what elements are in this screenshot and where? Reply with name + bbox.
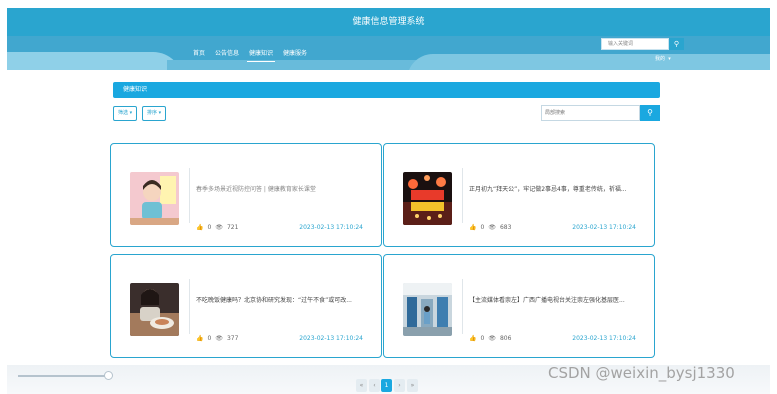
nav-decoration bbox=[7, 52, 183, 70]
like-count: 0 bbox=[207, 224, 212, 231]
section-title: 健康知识 bbox=[113, 82, 660, 98]
nav-links: 首页 公告信息 健康知识 健康服务 bbox=[191, 48, 309, 62]
thumbs-up-icon: 👍 bbox=[196, 335, 204, 342]
view-count: 806 bbox=[499, 335, 512, 342]
scroll-slider-track[interactable] bbox=[18, 375, 108, 377]
pagination-next[interactable]: › bbox=[394, 379, 405, 392]
scroll-slider-handle[interactable] bbox=[104, 371, 113, 380]
filter-button[interactable]: 筛选 ▾ bbox=[113, 106, 138, 121]
pagination-first[interactable]: « bbox=[356, 379, 367, 392]
view-count: 683 bbox=[499, 224, 512, 231]
nav-item-health-services[interactable]: 健康服务 bbox=[281, 48, 309, 62]
card-divider bbox=[462, 279, 463, 334]
like-count: 0 bbox=[480, 224, 485, 231]
knowledge-card[interactable]: 【主流媒体看崇左】广西广播电视台关注崇左强化基层医... 👍 0 👁 806 2… bbox=[383, 254, 655, 358]
keyword-search-input[interactable]: 输入关键词 bbox=[601, 38, 669, 50]
nav-item-health-knowledge[interactable]: 健康知识 bbox=[247, 48, 276, 62]
card-meta: 👍 0 👁 683 bbox=[469, 224, 511, 231]
nav-decoration bbox=[407, 54, 770, 70]
search-icon: ⚲ bbox=[647, 108, 653, 117]
card-thumbnail bbox=[403, 283, 452, 336]
card-title[interactable]: 春季多场景近视防控问答 | 健康教育家长课堂 bbox=[196, 184, 366, 193]
card-date: 2023-02-13 17:10:24 bbox=[572, 335, 636, 342]
like-count: 0 bbox=[480, 335, 485, 342]
card-meta: 👍 0 👁 806 bbox=[469, 335, 511, 342]
thumbs-up-icon: 👍 bbox=[469, 335, 477, 342]
like-count: 0 bbox=[207, 335, 212, 342]
thumbs-up-icon: 👍 bbox=[196, 224, 204, 231]
knowledge-card[interactable]: 春季多场景近视防控问答 | 健康教育家长课堂 👍 0 👁 721 2023-02… bbox=[110, 143, 382, 247]
card-title[interactable]: 正月初九“拜天公”，牢记做2事忌4事，尊重老传统，祈福... bbox=[469, 184, 639, 193]
nav-item-home[interactable]: 首页 bbox=[191, 48, 207, 62]
app-title: 健康信息管理系统 bbox=[7, 8, 770, 36]
search-icon: ⚲ bbox=[673, 40, 680, 48]
user-menu[interactable]: 我的 ▾ bbox=[655, 55, 671, 62]
eye-icon: 👁 bbox=[488, 335, 496, 342]
card-divider bbox=[189, 279, 190, 334]
keyword-search-button[interactable]: ⚲ bbox=[669, 38, 684, 50]
view-count: 377 bbox=[226, 335, 239, 342]
card-title[interactable]: 不吃晚饭健康吗？北京协和研究发现：“过午不食”或可改... bbox=[196, 295, 366, 304]
eye-icon: 👁 bbox=[215, 224, 223, 231]
knowledge-card[interactable]: 不吃晚饭健康吗？北京协和研究发现：“过午不食”或可改... 👍 0 👁 377 … bbox=[110, 254, 382, 358]
pagination-prev[interactable]: ‹ bbox=[369, 379, 380, 392]
card-date: 2023-02-13 17:10:24 bbox=[572, 224, 636, 231]
sort-button[interactable]: 排序 ▾ bbox=[142, 106, 167, 121]
card-date: 2023-02-13 17:10:24 bbox=[299, 224, 363, 231]
nav-item-notices[interactable]: 公告信息 bbox=[213, 48, 241, 62]
user-menu-label: 我的 bbox=[655, 56, 666, 62]
card-title[interactable]: 【主流媒体看崇左】广西广播电视台关注崇左强化基层医... bbox=[469, 295, 639, 304]
eye-icon: 👁 bbox=[215, 335, 223, 342]
local-search-button[interactable]: ⚲ bbox=[640, 105, 660, 121]
card-date: 2023-02-13 17:10:24 bbox=[299, 335, 363, 342]
thumbs-up-icon: 👍 bbox=[469, 224, 477, 231]
knowledge-card[interactable]: 正月初九“拜天公”，牢记做2事忌4事，尊重老传统，祈福... 👍 0 👁 683… bbox=[383, 143, 655, 247]
eye-icon: 👁 bbox=[488, 224, 496, 231]
card-thumbnail bbox=[130, 172, 179, 225]
card-thumbnail bbox=[130, 283, 179, 336]
card-divider bbox=[462, 168, 463, 223]
caret-down-icon: ▾ bbox=[666, 56, 671, 62]
card-meta: 👍 0 👁 377 bbox=[196, 335, 238, 342]
pagination-last[interactable]: » bbox=[407, 379, 418, 392]
pagination-page-current[interactable]: 1 bbox=[381, 379, 392, 392]
card-divider bbox=[189, 168, 190, 223]
top-nav: 首页 公告信息 健康知识 健康服务 输入关键词 ⚲ 我的 ▾ bbox=[7, 36, 770, 70]
view-count: 721 bbox=[226, 224, 239, 231]
local-search-input[interactable]: 局部搜索 bbox=[541, 105, 640, 121]
app-window: 健康信息管理系统 首页 公告信息 健康知识 健康服务 输入关键词 ⚲ 我的 ▾ … bbox=[0, 0, 777, 394]
card-meta: 👍 0 👁 721 bbox=[196, 224, 238, 231]
watermark-text: CSDN @weixin_bysj1330 bbox=[548, 364, 735, 382]
card-thumbnail bbox=[403, 172, 452, 225]
